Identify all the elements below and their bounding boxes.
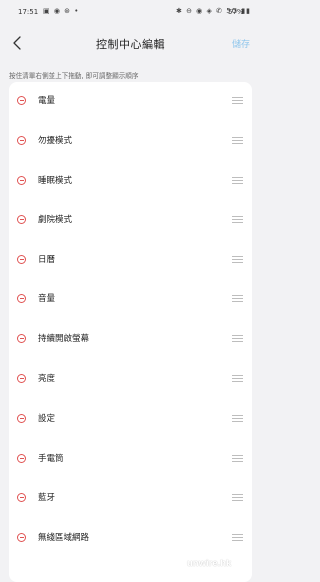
list-item: 手電筒 [9, 440, 252, 480]
drag-handle-icon[interactable] [232, 177, 243, 185]
drag-handle-icon[interactable] [232, 295, 243, 303]
list-item: 睡眠模式 [9, 162, 252, 202]
control-list: 電量 勿擾模式 睡眠模式 劇院模式 日曆 音量 持續開啟螢幕 亮度 設定 手電筒… [9, 82, 252, 582]
remove-icon[interactable] [17, 414, 26, 423]
status-bar: 17:51 ▣ ◉ ⊛ • ✱ ⊖ ◉ ◈ ✆ 5G ▮▮ 57% [0, 0, 261, 24]
list-item: 持續開啟螢幕 [9, 320, 252, 360]
item-label: 持續開啟螢幕 [38, 334, 90, 344]
item-label: 無綫區域網路 [38, 533, 90, 543]
list-item: 音量 [9, 280, 252, 320]
save-button[interactable]: 儲存 [232, 37, 250, 50]
drag-handle-icon[interactable] [232, 494, 243, 502]
remove-icon[interactable] [17, 334, 26, 343]
remove-icon[interactable] [17, 493, 26, 502]
remove-icon[interactable] [17, 374, 26, 383]
item-label: 日曆 [38, 255, 56, 265]
remove-icon[interactable] [17, 215, 26, 224]
header: 控制中心編輯 儲存 [0, 24, 261, 64]
drag-handle-icon[interactable] [232, 216, 243, 224]
item-label: 勿擾模式 [38, 136, 73, 146]
list-item: 劇院模式 [9, 201, 252, 241]
list-item: 設定 [9, 400, 252, 440]
list-item: 電量 [9, 82, 252, 122]
list-item: 勿擾模式 [9, 122, 252, 162]
battery-level: 57% [228, 8, 244, 16]
item-label: 劇院模式 [38, 215, 73, 225]
drag-handle-icon[interactable] [232, 375, 243, 383]
remove-icon[interactable] [17, 454, 26, 463]
status-time: 17:51 [18, 8, 39, 16]
watermark: unwire.hk [187, 558, 232, 569]
item-label: 音量 [38, 294, 56, 304]
list-item: 無綫區域網路 [9, 519, 252, 559]
item-label: 睡眠模式 [38, 176, 73, 186]
drag-handle-icon[interactable] [232, 335, 243, 343]
page-title: 控制中心編輯 [96, 38, 165, 51]
list-item: 藍牙 [9, 479, 252, 519]
reorder-hint: 按住清單右側並上下拖動, 即可調整顯示順序 [9, 72, 139, 80]
drag-handle-icon[interactable] [232, 137, 243, 145]
notification-icons: ▣ ◉ ⊛ • [43, 7, 80, 15]
remove-icon[interactable] [17, 176, 26, 185]
remove-icon[interactable] [17, 255, 26, 264]
item-label: 手電筒 [38, 454, 64, 464]
item-label: 電量 [38, 96, 56, 106]
remove-icon[interactable] [17, 136, 26, 145]
drag-handle-icon[interactable] [232, 455, 243, 463]
remove-icon[interactable] [17, 96, 26, 105]
item-label: 藍牙 [38, 493, 56, 503]
list-item: 亮度 [9, 360, 252, 400]
drag-handle-icon[interactable] [232, 97, 243, 105]
item-label: 設定 [38, 414, 56, 424]
remove-icon[interactable] [17, 294, 26, 303]
drag-handle-icon[interactable] [232, 534, 243, 542]
remove-icon[interactable] [17, 533, 26, 542]
drag-handle-icon[interactable] [232, 415, 243, 423]
drag-handle-icon[interactable] [232, 256, 243, 264]
item-label: 亮度 [38, 374, 56, 384]
list-item: 日曆 [9, 241, 252, 281]
